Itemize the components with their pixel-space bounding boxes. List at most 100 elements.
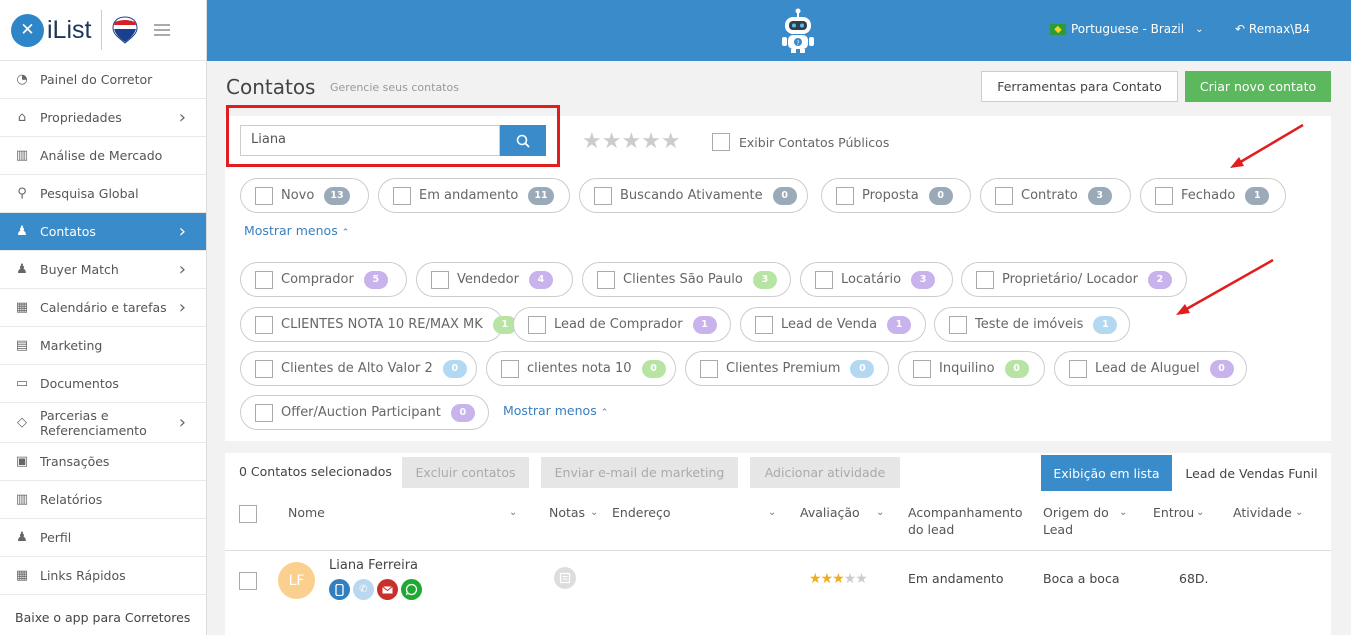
sidebar-item-buyer[interactable]: ♟ Buyer Match › <box>0 251 206 289</box>
column-entered[interactable]: Entrou <box>1153 504 1194 521</box>
tab-list-view[interactable]: Exibição em lista <box>1041 455 1172 491</box>
sidebar-item-perfil[interactable]: ♟ Perfil <box>0 519 206 557</box>
column-notes[interactable]: Notas <box>549 504 585 521</box>
chevron-down-icon[interactable]: ⌄ <box>509 507 517 518</box>
chevron-down-icon[interactable]: ⌄ <box>1119 507 1127 518</box>
filter-pill[interactable]: Buscando Ativamente 0 <box>579 178 808 213</box>
chevron-down-icon[interactable]: ⌄ <box>876 507 884 518</box>
filter-checkbox[interactable] <box>1155 186 1173 205</box>
filter-pill[interactable]: Clientes de Alto Valor 2 0 <box>240 351 477 386</box>
filter-pill[interactable]: Clientes Premium 0 <box>685 351 889 386</box>
filter-checkbox[interactable] <box>755 315 773 334</box>
filter-checkbox[interactable] <box>949 315 967 334</box>
filter-pill[interactable]: Em andamento 11 <box>378 178 570 213</box>
filter-checkbox[interactable] <box>255 270 273 289</box>
chevron-down-icon[interactable]: ⌄ <box>1295 507 1303 518</box>
column-lead-followup[interactable]: Acompanhamento do lead <box>908 504 1033 538</box>
filter-checkbox[interactable] <box>995 186 1013 205</box>
filter-pill[interactable]: Offer/Auction Participant 0 <box>240 395 489 430</box>
filter-pill[interactable]: Inquilino 0 <box>898 351 1045 386</box>
filter-checkbox[interactable] <box>1069 359 1087 378</box>
filter-checkbox[interactable] <box>976 270 994 289</box>
sidebar-item-pesquisa[interactable]: ⚲ Pesquisa Global <box>0 175 206 213</box>
filter-checkbox[interactable] <box>597 270 615 289</box>
language-selector[interactable]: Portuguese - Brazil ⌄ <box>1050 22 1203 36</box>
sidebar-item-transações[interactable]: ▣ Transações <box>0 443 206 481</box>
rating-filter-stars[interactable]: ★★★★★ <box>582 129 681 154</box>
contact-tools-button[interactable]: Ferramentas para Contato <box>981 71 1178 102</box>
column-address[interactable]: Endereço <box>612 504 671 521</box>
filter-checkbox[interactable] <box>431 270 449 289</box>
phone-icon[interactable]: ✆ <box>353 579 374 600</box>
filter-checkbox[interactable] <box>594 186 612 205</box>
sidebar-item-análise[interactable]: ▥ Análise de Mercado <box>0 137 206 175</box>
filter-checkbox[interactable] <box>913 359 931 378</box>
chevron-down-icon[interactable]: ⌄ <box>590 507 598 518</box>
sidebar-item-painel[interactable]: ◔ Painel do Corretor <box>0 61 206 99</box>
ilist-logo-text[interactable]: iList <box>47 16 91 45</box>
filter-pill[interactable]: Novo 13 <box>240 178 369 213</box>
app-download-link[interactable]: Baixe o app para Corretores <box>15 610 190 625</box>
filter-pill[interactable]: Vendedor 4 <box>416 262 573 297</box>
add-activity-button[interactable]: Adicionar atividade <box>750 457 900 488</box>
sidebar-item-calendário[interactable]: ▦ Calendário e tarefas › <box>0 289 206 327</box>
filter-pill[interactable]: Comprador 5 <box>240 262 407 297</box>
sidebar-item-marketing[interactable]: ▤ Marketing <box>0 327 206 365</box>
filter-checkbox[interactable] <box>815 270 833 289</box>
filter-checkbox[interactable] <box>528 315 546 334</box>
sidebar-item-relatórios[interactable]: ▥ Relatórios <box>0 481 206 519</box>
contact-rating-stars[interactable]: ★★★★★ <box>809 571 868 587</box>
filter-pill[interactable]: Contrato 3 <box>980 178 1131 213</box>
filter-checkbox[interactable] <box>393 186 411 205</box>
column-activity[interactable]: Atividade <box>1233 504 1292 521</box>
tab-sales-funnel[interactable]: Lead de Vendas Funil <box>1172 455 1331 491</box>
notes-icon[interactable] <box>554 567 576 589</box>
email-icon[interactable] <box>377 579 398 600</box>
filter-pill[interactable]: Lead de Aluguel 0 <box>1054 351 1247 386</box>
send-marketing-email-button[interactable]: Enviar e-mail de marketing <box>541 457 738 488</box>
sidebar-item-parcerias[interactable]: ◇ Parcerias e Referenciamento › <box>0 403 206 443</box>
rating-star[interactable]: ★ <box>832 571 845 587</box>
filter-pill[interactable]: clientes nota 10 0 <box>486 351 676 386</box>
select-all-checkbox[interactable] <box>239 505 257 523</box>
filter-checkbox[interactable] <box>501 359 519 378</box>
sidebar-item-contatos[interactable]: ♟ Contatos › <box>0 213 206 251</box>
sidebar-item-links[interactable]: ▦ Links Rápidos <box>0 557 206 595</box>
avatar[interactable]: LF <box>278 562 315 599</box>
rating-star[interactable]: ★ <box>844 571 857 587</box>
public-contacts-checkbox[interactable] <box>712 133 730 151</box>
filter-pill[interactable]: Teste de imóveis 1 <box>934 307 1130 342</box>
search-button[interactable] <box>500 125 546 156</box>
chevron-down-icon[interactable]: ⌄ <box>768 507 776 518</box>
filter-checkbox[interactable] <box>255 315 273 334</box>
delete-contacts-button[interactable]: Excluir contatos <box>402 457 529 488</box>
contact-name[interactable]: Liana Ferreira <box>329 558 418 573</box>
menu-toggle-icon[interactable] <box>154 21 171 39</box>
filter-pill[interactable]: Proposta 0 <box>821 178 971 213</box>
rating-star[interactable]: ★ <box>821 571 834 587</box>
filter-pill[interactable]: Fechado 1 <box>1140 178 1286 213</box>
filter-checkbox[interactable] <box>836 186 854 205</box>
filter-pill[interactable]: Proprietário/ Locador 2 <box>961 262 1187 297</box>
ilist-logo-icon[interactable]: ✕ <box>11 13 44 47</box>
user-menu[interactable]: ↶ Remax\B4 <box>1235 22 1310 36</box>
column-lead-origin[interactable]: Origem do Lead <box>1043 504 1109 538</box>
public-contacts-toggle[interactable]: Exibir Contatos Públicos <box>712 133 889 151</box>
column-name[interactable]: Nome <box>288 504 325 521</box>
mobile-icon[interactable] <box>329 579 350 600</box>
rating-star[interactable]: ★ <box>855 571 868 587</box>
filter-checkbox[interactable] <box>255 403 273 422</box>
sidebar-item-documentos[interactable]: ▭ Documentos <box>0 365 206 403</box>
chevron-down-icon[interactable]: ⌄ <box>1196 507 1204 518</box>
row-checkbox[interactable] <box>239 572 257 590</box>
whatsapp-icon[interactable] <box>401 579 422 600</box>
filter-pill[interactable]: CLIENTES NOTA 10 RE/MAX MK 1 <box>240 307 517 342</box>
rating-star[interactable]: ★ <box>809 571 822 587</box>
assistant-robot-icon[interactable]: ? <box>778 8 818 54</box>
filter-checkbox[interactable] <box>700 359 718 378</box>
filter-checkbox[interactable] <box>255 359 273 378</box>
filter-pill[interactable]: Clientes São Paulo 3 <box>582 262 791 297</box>
filter-pill[interactable]: Lead de Comprador 1 <box>513 307 731 342</box>
filter-pill[interactable]: Lead de Venda 1 <box>740 307 926 342</box>
sidebar-item-propriedades[interactable]: ⌂ Propriedades › <box>0 99 206 137</box>
